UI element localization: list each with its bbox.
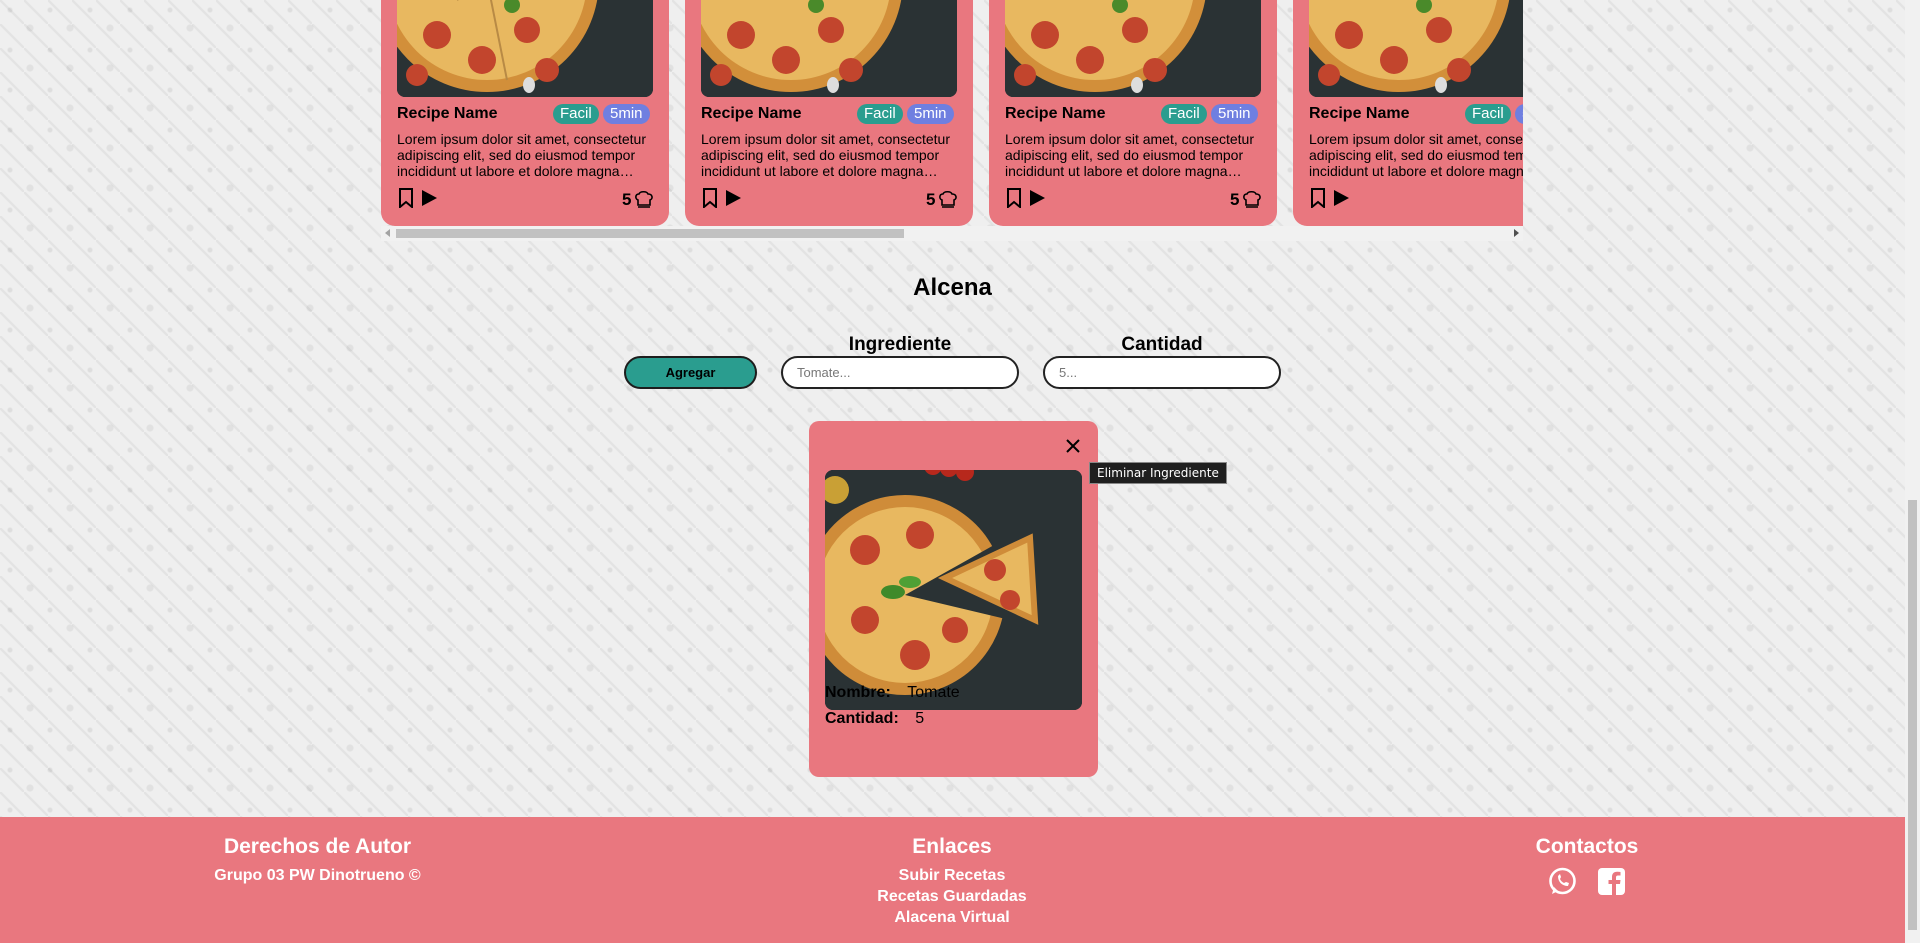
add-ingredient-button[interactable]: Agregar: [624, 356, 757, 389]
recipe-image: [701, 0, 957, 97]
quantity-label: Cantidad: [1121, 334, 1203, 355]
difficulty-badge: Facil: [553, 104, 599, 124]
links-title: Enlaces: [912, 835, 992, 858]
ingredient-name-row: Nombre: Tomate: [825, 684, 960, 702]
footer: Derechos de Autor Grupo 03 PW Dinotrueno…: [0, 817, 1905, 943]
link-upload-recipes[interactable]: Subir Recetas: [852, 865, 1052, 886]
bookmark-icon[interactable]: [1310, 188, 1326, 208]
time-badge: 5min: [907, 104, 954, 124]
page-scrollbar[interactable]: [1905, 0, 1920, 943]
recipe-card[interactable]: Recipe Name Facil 5min Lorem ipsum dolor…: [685, 0, 973, 226]
scroll-left-arrow-icon[interactable]: [385, 229, 390, 237]
footer-links: Enlaces Subir Recetas Recetas Guardadas …: [852, 835, 1052, 928]
facebook-icon[interactable]: [1597, 867, 1626, 896]
time-badge: 5min: [1515, 104, 1523, 124]
recipe-title: Recipe Name: [1005, 105, 1106, 122]
bookmark-icon[interactable]: [702, 188, 718, 208]
play-icon[interactable]: [1332, 189, 1350, 207]
ingredient-name-value: Tomate: [907, 684, 960, 701]
quantity-input[interactable]: [1043, 356, 1281, 389]
recipe-card[interactable]: Recipe Name Facil 5min Lorem ipsum dolor…: [381, 0, 669, 226]
contacts-title: Contactos: [1535, 835, 1639, 858]
pantry-title: Alcena: [913, 274, 992, 301]
chef-hat-icon: [1243, 190, 1261, 208]
footer-contacts: Contactos: [1487, 835, 1687, 896]
ingredient-input[interactable]: [781, 356, 1019, 389]
carousel-scroll-thumb[interactable]: [396, 229, 904, 238]
link-saved-recipes[interactable]: Recetas Guardadas: [852, 886, 1052, 907]
ingredient-quantity-value: 5: [915, 710, 925, 727]
scroll-right-arrow-icon[interactable]: [1514, 229, 1519, 237]
recipe-rating: 5: [926, 190, 936, 209]
quantity-label: Cantidad:: [825, 710, 899, 727]
time-badge: 5min: [603, 104, 650, 124]
ingredient-quantity-row: Cantidad: 5: [825, 710, 924, 728]
pizza-image: [1309, 0, 1523, 97]
recipe-card[interactable]: Recipe Name Facil 5min Lorem ipsum dolor…: [1293, 0, 1523, 226]
chef-hat-icon: [939, 190, 957, 208]
pizza-image: [1005, 0, 1261, 97]
recipe-rating: 5: [622, 190, 632, 209]
recipe-title: Recipe Name: [1309, 105, 1410, 122]
recipe-card-list: Recipe Name Facil 5min Lorem ipsum dolor…: [381, 0, 1523, 226]
delete-tooltip: Eliminar Ingrediente: [1089, 462, 1227, 484]
difficulty-badge: Facil: [1465, 104, 1511, 124]
time-badge: 5min: [1211, 104, 1258, 124]
recipe-description: Lorem ipsum dolor sit amet, consectetur …: [397, 131, 646, 179]
recipe-description: Lorem ipsum dolor sit amet, consectetur …: [1005, 131, 1254, 179]
ingredient-card: Nombre: Tomate Cantidad: 5: [809, 421, 1098, 777]
recipe-description: Lorem ipsum dolor sit amet, consectetur …: [701, 131, 950, 179]
recipe-image: [397, 0, 653, 97]
recipe-title: Recipe Name: [701, 105, 802, 122]
play-icon[interactable]: [1028, 189, 1046, 207]
recipe-title: Recipe Name: [397, 105, 498, 122]
page: Recipe Name Facil 5min Lorem ipsum dolor…: [0, 0, 1905, 943]
recipe-card[interactable]: Recipe Name Facil 5min Lorem ipsum dolor…: [989, 0, 1277, 226]
difficulty-badge: Facil: [1161, 104, 1207, 124]
copyright-title: Derechos de Autor: [223, 835, 412, 858]
bookmark-icon[interactable]: [1006, 188, 1022, 208]
close-icon[interactable]: [1063, 436, 1083, 456]
bookmark-icon[interactable]: [398, 188, 414, 208]
recipe-rating: 5: [1230, 190, 1240, 209]
ingredient-label: Ingrediente: [848, 334, 952, 355]
footer-copyright: Derechos de Autor Grupo 03 PW Dinotrueno…: [200, 835, 435, 886]
play-icon[interactable]: [724, 189, 742, 207]
difficulty-badge: Facil: [857, 104, 903, 124]
pizza-image: [825, 470, 1082, 710]
recipe-image: [1309, 0, 1523, 97]
chef-hat-icon: [635, 190, 653, 208]
recipe-description: Lorem ipsum dolor sit amet, consectetur …: [1309, 131, 1523, 179]
link-virtual-pantry[interactable]: Alacena Virtual: [852, 907, 1052, 928]
whatsapp-icon[interactable]: [1548, 867, 1577, 896]
recipe-image: [1005, 0, 1261, 97]
pizza-image: [397, 0, 653, 97]
name-label: Nombre:: [825, 684, 891, 701]
ingredient-image: [825, 470, 1082, 710]
carousel-scrollbar[interactable]: [381, 226, 1523, 241]
page-scroll-thumb[interactable]: [1908, 500, 1917, 930]
recipe-carousel: Recipe Name Facil 5min Lorem ipsum dolor…: [381, 0, 1523, 242]
pizza-image: [701, 0, 957, 97]
play-icon[interactable]: [420, 189, 438, 207]
copyright-text: Grupo 03 PW Dinotrueno ©: [214, 867, 421, 884]
